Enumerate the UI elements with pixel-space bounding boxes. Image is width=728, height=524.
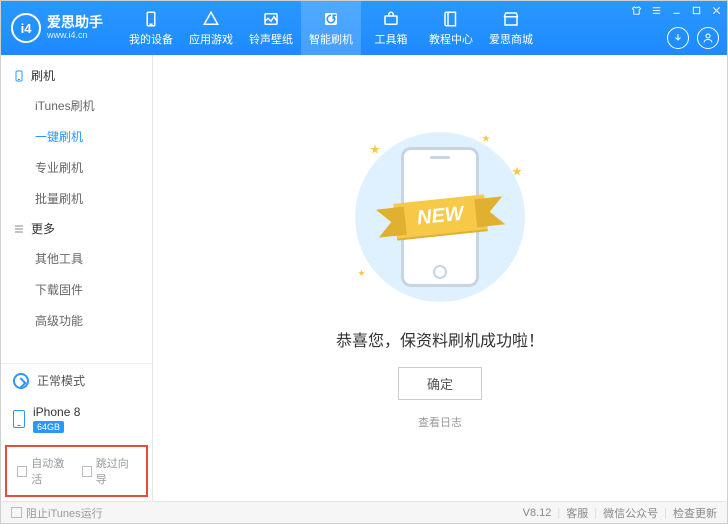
auto-activate-checkbox[interactable]: 自动激活 [17, 455, 72, 487]
refresh-icon [322, 10, 340, 28]
device-indicator[interactable]: iPhone 8 64GB [1, 397, 152, 441]
view-log-link[interactable]: 查看日志 [418, 414, 462, 430]
list-icon [13, 223, 25, 235]
close-button[interactable] [709, 3, 723, 17]
mode-indicator[interactable]: 正常模式 [1, 364, 152, 397]
tab-label: 智能刷机 [309, 31, 353, 47]
checkbox-icon [11, 507, 22, 518]
success-illustration: NEW [340, 127, 540, 307]
app-logo: i4 爱思助手 www.i4.cn [1, 13, 113, 43]
minimize-button[interactable] [669, 3, 683, 17]
app-name: 爱思助手 [47, 15, 103, 30]
device-phone-icon [13, 410, 25, 428]
sidebar-item-download-firmware[interactable]: 下载固件 [1, 274, 152, 305]
menu-button[interactable] [649, 3, 663, 17]
book-icon [442, 10, 460, 28]
skip-wizard-checkbox[interactable]: 跳过向导 [82, 455, 137, 487]
user-button[interactable] [697, 27, 719, 49]
sidebar-item-other-tools[interactable]: 其他工具 [1, 243, 152, 274]
sidebar-item-pro-flash[interactable]: 专业刷机 [1, 152, 152, 183]
block-itunes-checkbox[interactable]: 阻止iTunes运行 [11, 505, 103, 521]
sidebar-item-batch-flash[interactable]: 批量刷机 [1, 183, 152, 214]
maximize-button[interactable] [689, 3, 703, 17]
version-label: V8.12 [523, 507, 552, 519]
sidebar-group-more[interactable]: 更多 [1, 214, 152, 243]
checkbox-icon [17, 466, 27, 477]
app-url: www.i4.cn [47, 31, 103, 41]
phone-icon [142, 10, 160, 28]
checkbox-label: 自动激活 [31, 455, 71, 487]
statusbar: 阻止iTunes运行 V8.12 | 客服 | 微信公众号 | 检查更新 [1, 501, 727, 523]
support-link[interactable]: 客服 [566, 505, 588, 521]
download-button[interactable] [667, 27, 689, 49]
ok-button[interactable]: 确定 [398, 367, 482, 400]
tab-ringtones[interactable]: 铃声壁纸 [241, 1, 301, 55]
mode-icon [13, 373, 29, 389]
sidebar-group-flash[interactable]: 刷机 [1, 61, 152, 90]
phone-outline-icon [13, 68, 25, 84]
group-title: 刷机 [31, 67, 55, 84]
titlebar: i4 爱思助手 www.i4.cn 我的设备 应用游戏 铃声壁纸 智能刷机 工具… [1, 1, 727, 55]
device-storage-badge: 64GB [33, 421, 64, 433]
check-update-link[interactable]: 检查更新 [673, 505, 717, 521]
skin-button[interactable] [629, 3, 643, 17]
tab-label: 工具箱 [375, 31, 408, 47]
user-controls [667, 27, 719, 49]
checkbox-label: 跳过向导 [96, 455, 136, 487]
checkbox-label: 阻止iTunes运行 [26, 505, 103, 521]
checkbox-icon [82, 466, 92, 477]
logo-icon: i4 [11, 13, 41, 43]
main-tabs: 我的设备 应用游戏 铃声壁纸 智能刷机 工具箱 教程中心 爱思商城 [121, 1, 541, 55]
tab-store[interactable]: 爱思商城 [481, 1, 541, 55]
tab-toolbox[interactable]: 工具箱 [361, 1, 421, 55]
tab-flash[interactable]: 智能刷机 [301, 1, 361, 55]
apps-icon [202, 10, 220, 28]
tab-label: 铃声壁纸 [249, 31, 293, 47]
tab-label: 应用游戏 [189, 31, 233, 47]
window-controls [629, 3, 723, 17]
image-icon [262, 10, 280, 28]
sidebar-item-oneclick-flash[interactable]: 一键刷机 [1, 121, 152, 152]
tab-my-device[interactable]: 我的设备 [121, 1, 181, 55]
tab-apps[interactable]: 应用游戏 [181, 1, 241, 55]
main-content: NEW 恭喜您，保资料刷机成功啦！ 确定 查看日志 [153, 55, 727, 501]
store-icon [502, 10, 520, 28]
options-row: 自动激活 跳过向导 [5, 445, 148, 497]
wechat-link[interactable]: 微信公众号 [603, 505, 658, 521]
sidebar-item-itunes-flash[interactable]: iTunes刷机 [1, 90, 152, 121]
mode-label: 正常模式 [37, 372, 85, 389]
toolbox-icon [382, 10, 400, 28]
tab-tutorials[interactable]: 教程中心 [421, 1, 481, 55]
tab-label: 教程中心 [429, 31, 473, 47]
success-message: 恭喜您，保资料刷机成功啦！ [336, 327, 544, 351]
device-name: iPhone 8 [33, 405, 80, 419]
group-title: 更多 [31, 220, 55, 237]
sidebar: 刷机 iTunes刷机 一键刷机 专业刷机 批量刷机 更多 其他工具 下载固件 … [1, 55, 153, 501]
sidebar-item-advanced[interactable]: 高级功能 [1, 305, 152, 336]
tab-label: 我的设备 [129, 31, 173, 47]
tab-label: 爱思商城 [489, 31, 533, 47]
